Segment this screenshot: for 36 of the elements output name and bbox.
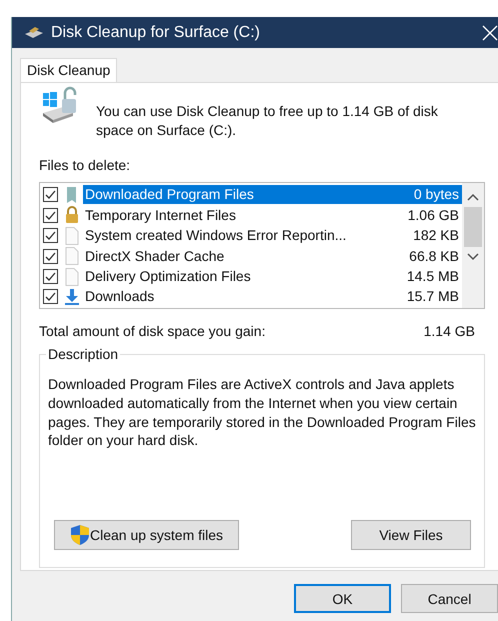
- panel-button[interactable]: View Files: [351, 520, 471, 550]
- padlock-icon: [64, 206, 80, 224]
- files-label: Files to delete:: [39, 156, 132, 173]
- file-icon: [64, 268, 80, 286]
- checkbox[interactable]: [43, 187, 58, 202]
- file-list-item[interactable]: Downloads 15.7 MB: [83, 287, 462, 306]
- total-value: 1.14 GB: [424, 322, 475, 339]
- disk-drive-icon: [23, 26, 45, 40]
- description-text: Downloaded Program Files are ActiveX controls and Java applets downloaded automatically from the Internet when you view certain pages. They are temporarily stored in the Downloaded Program Files folder on your hard disk.: [48, 374, 476, 450]
- file-list-item[interactable]: DirectX Shader Cache 66.8 KB: [83, 246, 462, 266]
- intro-text: You can use Disk Cleanup to free up to 1.14 GB of disk space on Surface (C:).: [96, 102, 439, 140]
- file-icon: [64, 247, 80, 266]
- panel-button[interactable]: Clean up system files: [54, 520, 239, 550]
- checkbox[interactable]: [43, 289, 58, 304]
- file-list-item[interactable]: Delivery Optimization Files 14.5 MB: [83, 267, 462, 286]
- scroll-down-icon[interactable]: [467, 252, 479, 261]
- window-title: Disk Cleanup for Surface (C:): [51, 24, 261, 42]
- file-list-item[interactable]: System created Windows Error Reportin... 182 KB: [83, 226, 462, 246]
- dialog-button[interactable]: Cancel: [401, 584, 498, 613]
- checkbox[interactable]: [43, 228, 58, 244]
- scroll-up-icon[interactable]: [467, 192, 479, 201]
- download-icon: [64, 288, 80, 306]
- shield-icon: [70, 524, 90, 546]
- dialog-button[interactable]: OK: [294, 584, 392, 613]
- total-label: Total amount of disk space you gain:: [39, 322, 266, 339]
- file-icon: [64, 226, 80, 245]
- scrollbar[interactable]: [462, 182, 484, 308]
- file-list-item[interactable]: Downloaded Program Files 0 bytes: [83, 185, 462, 204]
- scrollbar-thumb[interactable]: [464, 206, 482, 247]
- tab[interactable]: Disk Cleanup: [20, 58, 118, 82]
- description-legend: Description: [46, 346, 120, 362]
- file-list-item[interactable]: Temporary Internet Files 1.06 GB: [83, 206, 462, 225]
- checkbox[interactable]: [43, 248, 58, 264]
- close-icon[interactable]: [482, 24, 498, 40]
- checkbox[interactable]: [43, 208, 58, 223]
- checkbox[interactable]: [43, 269, 58, 284]
